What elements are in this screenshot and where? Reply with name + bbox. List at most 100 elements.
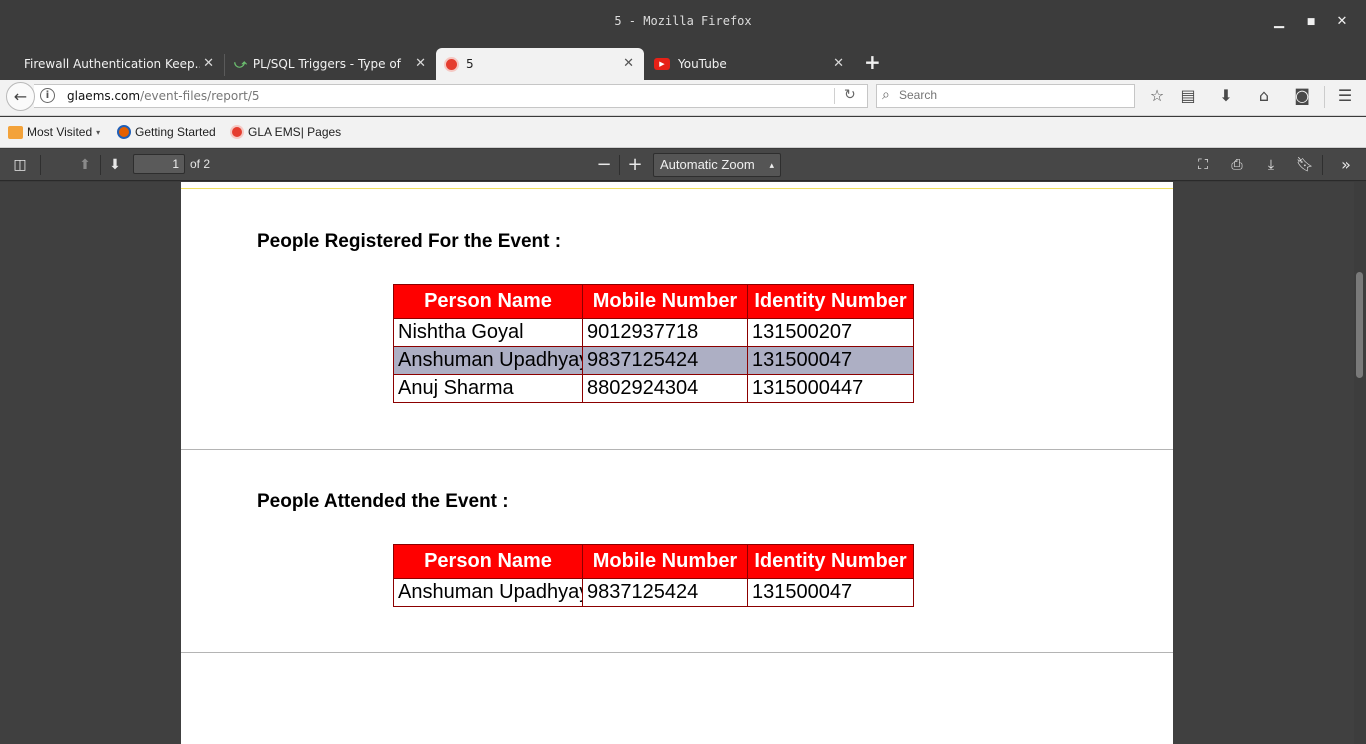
close-tab-icon[interactable]: ✕ (833, 56, 844, 71)
zoom-in-icon[interactable]: + (626, 156, 644, 174)
pdf-viewer-toolbar: ◫ ⬆ ⬇ 1 of 2 − + Automatic Zoom ▴▾ ⛶ ⎙ ⤓… (0, 149, 1366, 192)
person-name-cell: Nishtha Goyal (393, 318, 583, 347)
bookmark-view-icon[interactable]: 🔖︎ (1296, 156, 1314, 174)
column-header: Identity Number (747, 284, 914, 319)
tab-label: Firewall Authentication Keep... (24, 57, 200, 71)
section-divider (181, 449, 1173, 450)
next-page-icon[interactable]: ⬇ (106, 156, 124, 174)
pdf-page: People Registered For the Event : Person… (181, 182, 1173, 744)
identity-number-cell: 1315000447 (747, 374, 914, 403)
scrollbar-thumb[interactable] (1356, 272, 1363, 378)
section-divider (181, 652, 1173, 653)
tab-firewall[interactable]: Firewall Authentication Keep... ✕ (16, 48, 218, 80)
person-name-cell: Anshuman Upadhyay (393, 346, 583, 375)
bookmarks-toolbar: Most Visited ▾ Getting Started GLA EMS| … (0, 117, 1366, 148)
search-icon: ⌕ (882, 87, 890, 103)
attended-table: Person Name Mobile Number Identity Numbe… (393, 544, 914, 607)
mobile-number-cell: 8802924304 (582, 374, 748, 403)
close-tab-icon[interactable]: ✕ (203, 56, 214, 71)
back-button[interactable]: ← (6, 82, 35, 111)
tab-label: YouTube (678, 57, 727, 71)
url-domain: glaems.com (67, 89, 141, 103)
identity-number-cell: 131500047 (747, 578, 914, 607)
table-header-row: Person Name Mobile Number Identity Numbe… (393, 284, 914, 319)
youtube-icon: ▶ (654, 58, 670, 70)
column-header: Person Name (393, 544, 583, 579)
table-header-row: Person Name Mobile Number Identity Numbe… (393, 544, 914, 579)
maximize-icon[interactable]: ■ (1303, 14, 1319, 30)
search-input[interactable] (899, 88, 1119, 102)
bookmark-getting-started[interactable]: Getting Started (117, 125, 216, 139)
close-tab-icon[interactable]: ✕ (623, 56, 634, 71)
folder-icon (8, 125, 23, 139)
minimize-icon[interactable]: ▁ (1271, 14, 1287, 30)
reading-list-icon[interactable]: ▤ (1179, 87, 1197, 105)
column-header: Mobile Number (582, 284, 748, 319)
mobile-number-cell: 9012937718 (582, 318, 748, 347)
zoom-out-icon[interactable]: − (595, 156, 613, 174)
new-tab-icon[interactable]: + (864, 50, 881, 74)
column-header: Mobile Number (582, 544, 748, 579)
bookmark-label: Most Visited (27, 125, 93, 139)
zoom-value: Automatic Zoom (660, 157, 755, 172)
table-row: Nishtha Goyal 9012937718 131500207 (393, 318, 914, 347)
tutorials-icon: ⤻ (234, 56, 247, 71)
tab-plsql[interactable]: ⤻ PL/SQL Triggers - Type of ... ✕ (230, 48, 426, 80)
table-row: Anuj Sharma 8802924304 1315000447 (393, 374, 914, 403)
identity-number-cell: 131500207 (747, 318, 914, 347)
url-separator (834, 88, 835, 104)
window-titlebar: 5 - Mozilla Firefox ▁ ■ ✕ (0, 0, 1366, 44)
tab-youtube[interactable]: ▶ YouTube ✕ (652, 48, 848, 80)
menu-icon[interactable]: ☰ (1336, 87, 1354, 105)
presentation-mode-icon[interactable]: ⛶ (1194, 156, 1212, 174)
toolbar-separator (1324, 86, 1325, 108)
toolbar-separator (1322, 155, 1323, 175)
window-title: 5 - Mozilla Firefox (614, 14, 752, 28)
page-number-input[interactable]: 1 (133, 154, 185, 174)
url-text[interactable]: glaems.com/event-files/report/5 (67, 89, 260, 103)
toolbar-separator (100, 155, 101, 175)
bookmark-gla-ems[interactable]: GLA EMS| Pages (230, 125, 341, 139)
download-icon[interactable]: ⤓ (1262, 156, 1280, 174)
home-icon[interactable]: ⌂ (1255, 87, 1273, 105)
close-window-icon[interactable]: ✕ (1334, 14, 1350, 30)
zoom-select[interactable]: Automatic Zoom ▴▾ (653, 153, 781, 192)
bookmark-label: Getting Started (135, 125, 216, 139)
print-icon[interactable]: ⎙ (1228, 156, 1246, 174)
gla-icon (444, 56, 459, 72)
sidebar-toggle-icon[interactable]: ◫ (11, 156, 29, 174)
registered-heading: People Registered For the Event : (257, 231, 562, 252)
toolbar-separator (619, 155, 620, 175)
tab-label: PL/SQL Triggers - Type of ... (252, 57, 405, 71)
tab-label: 5 (466, 57, 474, 71)
back-arrow-icon: ← (13, 87, 28, 106)
navigation-bar: i glaems.com/event-files/report/5 ↻ ← ⌕ … (0, 80, 1366, 116)
previous-page-icon[interactable]: ⬆ (76, 156, 94, 174)
column-header: Person Name (393, 284, 583, 319)
tools-icon[interactable]: » (1337, 156, 1355, 174)
pdf-document-area[interactable]: People Registered For the Event : Person… (0, 182, 1366, 744)
toolbar-separator (40, 155, 41, 175)
gla-icon (230, 125, 244, 139)
pocket-icon[interactable]: ◙ (1293, 87, 1311, 105)
firefox-icon (117, 125, 131, 139)
identity-number-cell: 131500047 (747, 346, 914, 375)
bookmark-most-visited[interactable]: Most Visited ▾ (8, 125, 100, 139)
reload-icon[interactable]: ↻ (844, 87, 856, 103)
table-row: Anshuman Upadhyay 9837125424 131500047 (393, 346, 914, 375)
close-tab-icon[interactable]: ✕ (415, 56, 426, 71)
column-header: Identity Number (747, 544, 914, 579)
downloads-icon[interactable]: ⬇ (1217, 87, 1235, 105)
info-icon[interactable]: i (40, 88, 55, 103)
tab-bar: Firewall Authentication Keep... ✕ ⤻ PL/S… (0, 44, 1366, 80)
url-bar[interactable]: i glaems.com/event-files/report/5 ↻ (34, 84, 868, 108)
table-row: Anshuman Upadhyay 9837125424 131500047 (393, 578, 914, 607)
registered-table: Person Name Mobile Number Identity Numbe… (393, 284, 914, 403)
mobile-number-cell: 9837125424 (582, 578, 748, 607)
tab-active-report[interactable]: 5 ✕ (436, 48, 644, 80)
scrollbar[interactable] (1354, 182, 1366, 744)
bookmark-star-icon[interactable]: ☆ (1148, 87, 1166, 105)
search-bar[interactable]: ⌕ (876, 84, 1135, 108)
page-count: of 2 (190, 157, 211, 171)
url-path: /event-files/report/5 (140, 89, 260, 103)
